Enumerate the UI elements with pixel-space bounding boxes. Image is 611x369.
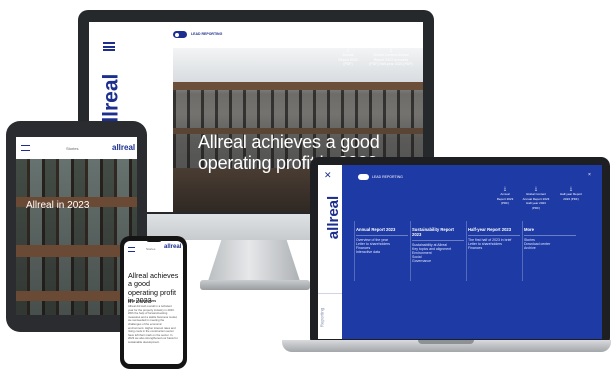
- phone-nav-label[interactable]: Stories: [146, 247, 155, 251]
- column-heading[interactable]: More: [524, 227, 576, 232]
- reporting-toggle[interactable]: [173, 31, 187, 38]
- reporting-toggle[interactable]: [358, 174, 369, 180]
- close-icon[interactable]: ✕: [324, 171, 332, 180]
- menu-icon[interactable]: [21, 145, 30, 151]
- monitor-stand-foot: [200, 280, 310, 290]
- menu-icon[interactable]: [103, 42, 115, 51]
- download-half-year-report[interactable]: ⤓ Half-year Report 2023 (PDF): [558, 187, 584, 201]
- menu-column-half-year: Half-year Report 2023 The first half of …: [468, 227, 520, 250]
- phone-screen: Stories allreal Allreal achieves a good …: [124, 241, 183, 364]
- download-global-content[interactable]: ⤓ Global Content Annual Report 2023 Half…: [522, 187, 550, 210]
- menu-column-annual-report: Annual Report 2023 Overview of the year …: [356, 227, 408, 254]
- toggle-label: LEAD REPORTING: [191, 32, 223, 36]
- tablet-screen: Stories allreal Allreal in 2023: [16, 137, 137, 315]
- menu-item-governance[interactable]: Governance: [412, 259, 464, 263]
- tablet-nav-label[interactable]: Stories: [66, 146, 78, 151]
- download-label: Half-year Report 2023 (PDF): [559, 192, 582, 201]
- tablet-hero-title: Allreal in 2023: [26, 200, 90, 211]
- download-label: Annual Report 2023 (PDF): [496, 192, 514, 205]
- phone-notch: [146, 239, 162, 242]
- menu-column-more: More Stories Download center Archive: [524, 227, 576, 250]
- laptop-notch: [418, 340, 474, 344]
- allreal-logo[interactable]: allreal: [164, 244, 181, 250]
- download-label: Annual Report 2023 (PDF): [338, 53, 358, 66]
- column-heading[interactable]: Half-year Report 2023: [468, 227, 520, 232]
- reporting-side-label: Reporting: [319, 307, 325, 328]
- download-annual-report-overlay[interactable]: ⤓ Annual Report 2023 (PDF): [337, 48, 359, 67]
- phone-body-text: Allreal did well overall in a turbulent …: [128, 304, 178, 344]
- tablet-hero-photo: Allreal in 2023: [16, 159, 137, 315]
- toggle-label: LEAD REPORTING: [372, 175, 403, 179]
- column-heading[interactable]: Annual Report 2023: [356, 227, 408, 232]
- download-label: Global Content Annual Report 2023 Half-y…: [522, 192, 550, 210]
- menu-item-archive[interactable]: Archive: [524, 246, 576, 250]
- menu-item-finances[interactable]: Finances: [468, 246, 520, 250]
- phone-subheading: Dear shareholders: [128, 299, 156, 303]
- close-small-icon[interactable]: ×: [588, 172, 591, 178]
- menu-item-interactive-data[interactable]: Interactive data: [356, 250, 408, 254]
- laptop-screen: ✕ allreal Reporting LEAD REPORTING × ⤓ A…: [318, 165, 602, 339]
- allreal-logo[interactable]: allreal: [112, 143, 135, 152]
- menu-column-sustainability: Sustainability Report 2023 Sustainabilit…: [412, 227, 464, 263]
- menu-icon[interactable]: [128, 247, 135, 252]
- allreal-logo[interactable]: allreal: [325, 196, 342, 239]
- download-annual-report[interactable]: ⤓ Annual Report 2023 (PDF): [496, 187, 514, 206]
- download-global-content-overlay[interactable]: ⤓ Global Content Annual Report 2023 Acco…: [369, 48, 413, 67]
- monitor-stand-neck: [207, 240, 301, 284]
- laptop-sidebar: ✕ allreal Reporting: [318, 165, 342, 339]
- download-label: Global Content Annual Report 2023 Accoun…: [369, 53, 413, 66]
- desktop-header: [89, 22, 423, 48]
- column-heading[interactable]: Sustainability Report 2023: [412, 227, 464, 237]
